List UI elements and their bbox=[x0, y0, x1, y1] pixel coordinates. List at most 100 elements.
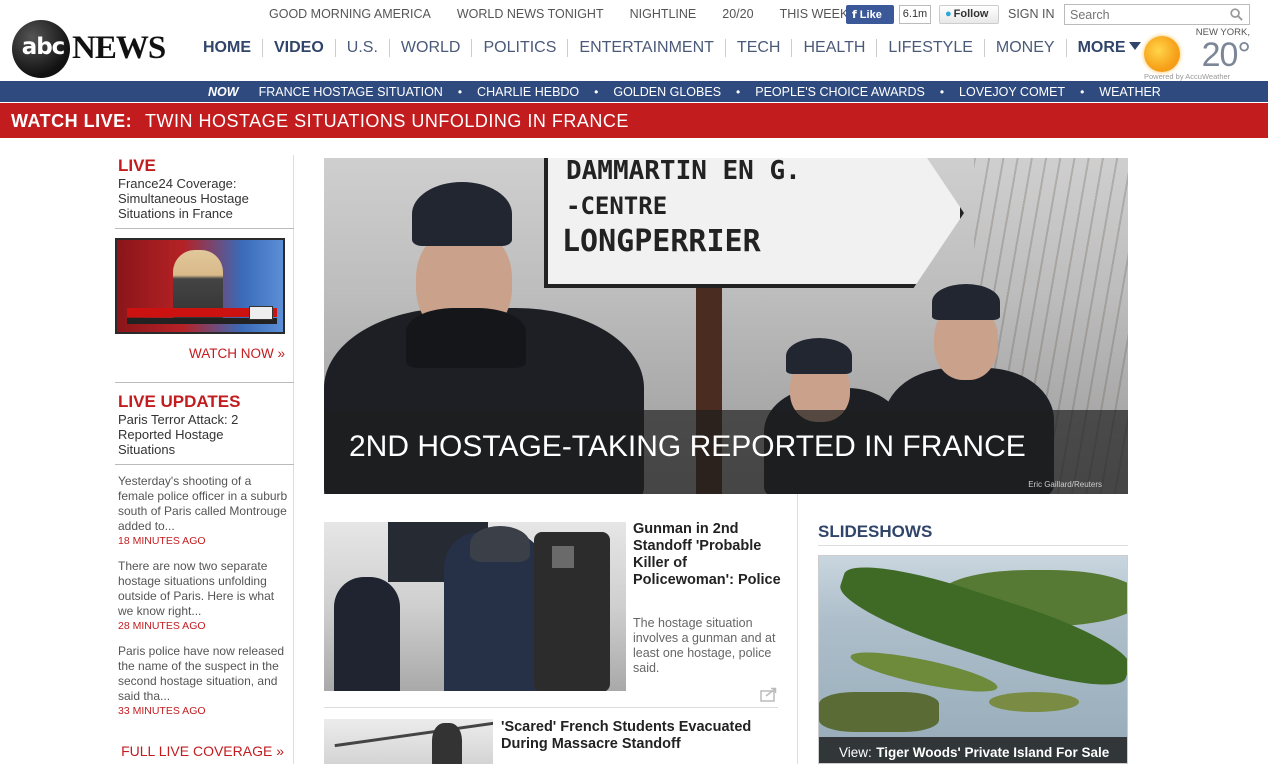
topic-separator: • bbox=[457, 84, 463, 99]
show-link-gma[interactable]: GOOD MORNING AMERICA bbox=[256, 4, 444, 26]
facebook-like-button[interactable]: f Like bbox=[846, 5, 894, 24]
live-update-item[interactable]: Yesterday's shooting of a female police … bbox=[118, 474, 288, 547]
update-timestamp: 28 MINUTES AGO bbox=[118, 620, 206, 632]
search-icon[interactable] bbox=[1230, 8, 1243, 21]
weather-widget[interactable]: NEW YORK, 20° Powered by AccuWeather bbox=[1142, 26, 1254, 82]
nav-item-video[interactable]: VIDEO bbox=[262, 39, 335, 57]
logo-abc-text: abc bbox=[21, 34, 66, 60]
weather-temperature: 20° bbox=[1201, 36, 1251, 74]
topic-link[interactable]: GOLDEN GLOBES bbox=[613, 85, 721, 99]
island-shape bbox=[819, 692, 939, 732]
nav-item-entertainment[interactable]: ENTERTAINMENT bbox=[567, 39, 725, 57]
nav-item-money[interactable]: MONEY bbox=[983, 39, 1066, 57]
watch-live-headline[interactable]: TWIN HOSTAGE SITUATIONS UNFOLDING IN FRA… bbox=[145, 111, 629, 132]
officer-figure bbox=[334, 577, 400, 691]
nav-item-world[interactable]: WORLD bbox=[388, 39, 472, 57]
live-stream-title[interactable]: France24 Coverage: Simultaneous Hostage … bbox=[118, 176, 283, 221]
search-input[interactable] bbox=[1065, 5, 1225, 24]
story-headline[interactable]: 'Scared' French Students Evacuated Durin… bbox=[501, 719, 781, 753]
twitter-bird-icon: ● bbox=[945, 8, 952, 20]
abc-news-logo[interactable]: abc NEWS bbox=[12, 20, 172, 78]
officer-cap bbox=[786, 338, 852, 374]
search-box[interactable] bbox=[1064, 4, 1250, 25]
slideshow-view-label: View: bbox=[839, 745, 872, 760]
nav-item-more[interactable]: MORE bbox=[1065, 39, 1152, 57]
show-link-2020[interactable]: 20/20 bbox=[709, 4, 766, 26]
road-sign: DAMMARTIN EN G. -CENTRE LONGPERRIER bbox=[544, 158, 964, 288]
update-text: There are now two separate hostage situa… bbox=[118, 559, 275, 618]
nav-item-health[interactable]: HEALTH bbox=[791, 39, 876, 57]
show-link-world-news-tonight[interactable]: WORLD NEWS TONIGHT bbox=[444, 4, 617, 26]
slideshow-caption[interactable]: View: Tiger Woods' Private Island For Sa… bbox=[819, 737, 1127, 763]
update-timestamp: 18 MINUTES AGO bbox=[118, 535, 206, 547]
facebook-like-label: Like bbox=[859, 9, 882, 21]
hero-story[interactable]: DAMMARTIN EN G. -CENTRE LONGPERRIER 2ND … bbox=[324, 158, 1128, 494]
sign-line: -CENTRE bbox=[566, 192, 668, 220]
divider bbox=[115, 228, 294, 229]
topic-link[interactable]: PEOPLE'S CHOICE AWARDS bbox=[755, 85, 925, 99]
helmet bbox=[470, 526, 530, 562]
topic-link[interactable]: CHARLIE HEBDO bbox=[477, 85, 579, 99]
twitter-follow-label: Follow bbox=[953, 8, 989, 20]
slideshow-card[interactable]: View: Tiger Woods' Private Island For Sa… bbox=[818, 555, 1128, 764]
weather-powered-by: Powered by AccuWeather bbox=[1144, 72, 1231, 81]
nav-item-politics[interactable]: POLITICS bbox=[471, 39, 567, 57]
story-summary: The hostage situation involves a gunman … bbox=[633, 616, 776, 675]
slideshows-heading[interactable]: SLIDESHOWS bbox=[818, 522, 932, 542]
double-chevron-right-icon: » bbox=[277, 346, 285, 361]
officer-neck bbox=[406, 308, 526, 368]
watch-now-label: WATCH NOW bbox=[188, 346, 274, 361]
full-coverage-label: FULL LIVE COVERAGE bbox=[121, 743, 273, 759]
facebook-icon: f bbox=[852, 8, 857, 21]
now-label: NOW bbox=[208, 84, 239, 99]
helicopter bbox=[432, 723, 462, 764]
topic-link[interactable]: LOVEJOY COMET bbox=[959, 85, 1065, 99]
nav-item-tech[interactable]: TECH bbox=[724, 39, 792, 57]
live-updates-heading: LIVE UPDATES bbox=[118, 392, 241, 411]
double-chevron-right-icon: » bbox=[276, 743, 284, 759]
hero-headline[interactable]: 2ND HOSTAGE-TAKING REPORTED IN FRANCE bbox=[349, 430, 1026, 464]
live-video-thumbnail[interactable] bbox=[115, 238, 285, 334]
nav-item-home[interactable]: HOME bbox=[192, 39, 262, 57]
nav-item-us[interactable]: U.S. bbox=[334, 39, 389, 57]
nav-more-label: MORE bbox=[1077, 39, 1126, 56]
live-updates-title[interactable]: Paris Terror Attack: 2 Reported Hostage … bbox=[118, 412, 283, 457]
story-headline[interactable]: Gunman in 2nd Standoff 'Probable Killer … bbox=[633, 521, 783, 589]
full-live-coverage-link[interactable]: FULL LIVE COVERAGE » bbox=[121, 743, 284, 759]
watch-live-banner[interactable]: WATCH LIVE: TWIN HOSTAGE SITUATIONS UNFO… bbox=[0, 103, 1268, 138]
island-shape bbox=[989, 692, 1079, 712]
topic-separator: • bbox=[594, 84, 599, 99]
divider bbox=[115, 464, 294, 465]
facebook-like-count: 6.1m bbox=[899, 5, 931, 24]
topic-separator: • bbox=[1080, 84, 1085, 99]
slideshow-title: Tiger Woods' Private Island For Sale bbox=[876, 745, 1110, 760]
sign-in-link[interactable]: SIGN IN bbox=[1008, 7, 1055, 21]
divider bbox=[115, 382, 294, 383]
live-update-item[interactable]: Paris police have now released the name … bbox=[118, 644, 288, 717]
sign-line: LONGPERRIER bbox=[562, 224, 761, 259]
twitter-follow-button[interactable]: ● Follow bbox=[939, 5, 999, 24]
live-update-item[interactable]: There are now two separate hostage situa… bbox=[118, 559, 288, 632]
officer-cap bbox=[412, 182, 512, 246]
logo-news-text: NEWS bbox=[72, 30, 166, 66]
photo-credit: Eric Gaillard/Reuters bbox=[1028, 480, 1102, 489]
live-sidebar: LIVE France24 Coverage: Simultaneous Hos… bbox=[115, 155, 294, 764]
topic-link[interactable]: FRANCE HOSTAGE SITUATION bbox=[259, 85, 443, 99]
update-timestamp: 33 MINUTES AGO bbox=[118, 705, 206, 717]
story-thumbnail[interactable] bbox=[324, 522, 626, 691]
trending-topics-bar: NOW FRANCE HOSTAGE SITUATION • CHARLIE H… bbox=[0, 81, 1268, 102]
sign-line: DAMMARTIN EN G. bbox=[566, 158, 801, 186]
main-nav: HOME VIDEO U.S. WORLD POLITICS ENTERTAIN… bbox=[192, 39, 1152, 57]
divider bbox=[324, 707, 778, 708]
show-link-nightline[interactable]: NIGHTLINE bbox=[617, 4, 710, 26]
divider bbox=[818, 545, 1128, 546]
watch-now-link[interactable]: WATCH NOW » bbox=[189, 346, 285, 361]
story-thumbnail[interactable] bbox=[324, 719, 493, 764]
share-icon[interactable] bbox=[760, 686, 778, 702]
topic-separator: • bbox=[939, 84, 945, 99]
topic-link[interactable]: WEATHER bbox=[1099, 85, 1161, 99]
channel-logo bbox=[249, 306, 273, 320]
nav-item-lifestyle[interactable]: LIFESTYLE bbox=[876, 39, 983, 57]
site-header: abc NEWS GOOD MORNING AMERICA WORLD NEWS… bbox=[0, 0, 1268, 82]
topic-separator: • bbox=[736, 84, 741, 99]
